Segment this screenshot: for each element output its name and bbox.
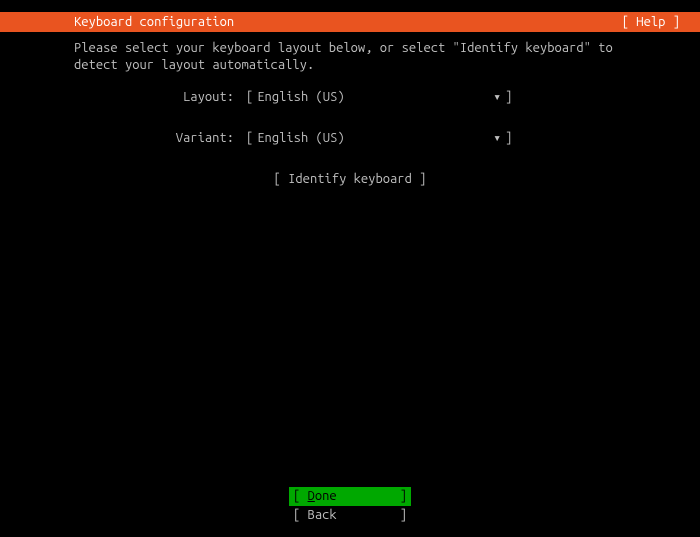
page-title: Keyboard configuration bbox=[74, 12, 234, 32]
layout-dropdown[interactable]: [ English (US) ▾ ] bbox=[246, 90, 512, 105]
identify-keyboard-button[interactable]: [ Identify keyboard ] bbox=[74, 172, 626, 186]
bracket-right: ] bbox=[505, 90, 512, 104]
done-button[interactable]: [ Done] bbox=[289, 487, 411, 506]
bracket-right: ] bbox=[400, 507, 407, 524]
layout-value: English (US) bbox=[257, 90, 487, 104]
layout-row: Layout: [ English (US) ▾ ] bbox=[74, 90, 626, 105]
bracket-left: [ bbox=[246, 131, 253, 145]
bracket-left: [ bbox=[246, 90, 253, 104]
back-label: Back bbox=[308, 508, 337, 522]
bracket-right: ] bbox=[400, 488, 407, 505]
bracket-left: [ bbox=[293, 489, 308, 503]
layout-label: Layout: bbox=[170, 90, 234, 104]
content-area: Please select your keyboard layout below… bbox=[0, 32, 700, 186]
done-hotkey-char: D bbox=[308, 489, 315, 503]
instruction-text: Please select your keyboard layout below… bbox=[74, 40, 626, 74]
variant-row: Variant: [ English (US) ▾ ] bbox=[74, 131, 626, 146]
help-button[interactable]: [ Help ] bbox=[622, 12, 692, 32]
bracket-left: [ bbox=[293, 508, 308, 522]
header-bar: Keyboard configuration [ Help ] bbox=[0, 12, 700, 32]
variant-dropdown[interactable]: [ English (US) ▾ ] bbox=[246, 131, 512, 146]
chevron-down-icon: ▾ bbox=[493, 131, 501, 146]
variant-label: Variant: bbox=[170, 131, 234, 145]
done-label-rest: one bbox=[315, 489, 337, 503]
footer-buttons: [ Done] [ Back] bbox=[0, 487, 700, 525]
bracket-right: ] bbox=[505, 131, 512, 145]
variant-value: English (US) bbox=[257, 131, 487, 145]
chevron-down-icon: ▾ bbox=[493, 90, 501, 105]
back-button[interactable]: [ Back] bbox=[289, 506, 411, 525]
